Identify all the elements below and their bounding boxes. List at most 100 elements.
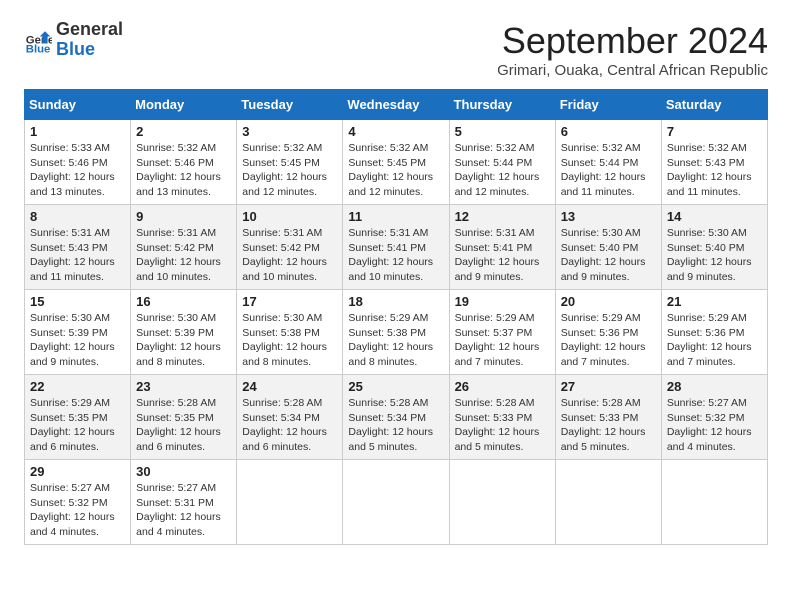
day-info: Sunrise: 5:29 AMSunset: 5:36 PMDaylight:… (561, 311, 656, 370)
logo-general-text: General (56, 19, 123, 39)
day-info: Sunrise: 5:28 AMSunset: 5:35 PMDaylight:… (136, 396, 231, 455)
calendar-day-cell: 18 Sunrise: 5:29 AMSunset: 5:38 PMDayligh… (343, 290, 449, 375)
calendar-day-cell (555, 460, 661, 545)
day-info: Sunrise: 5:32 AMSunset: 5:44 PMDaylight:… (455, 141, 550, 200)
calendar-day-header: Thursday (449, 90, 555, 120)
day-number: 20 (561, 294, 656, 309)
day-info: Sunrise: 5:31 AMSunset: 5:42 PMDaylight:… (242, 226, 337, 285)
calendar-week-row: 8Sunrise: 5:31 AMSunset: 5:43 PMDaylight… (25, 205, 768, 290)
day-number: 28 (667, 379, 762, 394)
calendar-day-cell: 2Sunrise: 5:32 AMSunset: 5:46 PMDaylight… (131, 120, 237, 205)
calendar-day-cell: 1 Sunrise: 5:33 AMSunset: 5:46 PMDaylight… (25, 120, 131, 205)
calendar-day-cell: 16 Sunrise: 5:30 AMSunset: 5:39 PMDayligh… (131, 290, 237, 375)
day-number: 23 (136, 379, 231, 394)
calendar-day-cell: 13 Sunrise: 5:30 AMSunset: 5:40 PMDayligh… (555, 205, 661, 290)
day-number: 12 (455, 209, 550, 224)
day-number: 15 (30, 294, 125, 309)
day-number: 6 (561, 124, 656, 139)
day-number: 22 (30, 379, 125, 394)
calendar-day-header: Saturday (661, 90, 767, 120)
day-info: Sunrise: 5:31 AMSunset: 5:43 PMDaylight:… (30, 226, 125, 285)
day-info: Sunrise: 5:30 AMSunset: 5:39 PMDaylight:… (136, 311, 231, 370)
calendar-day-cell: 24 Sunrise: 5:28 AMSunset: 5:34 PMDayligh… (237, 375, 343, 460)
day-number: 5 (455, 124, 550, 139)
month-title: September 2024 (497, 20, 768, 62)
day-info: Sunrise: 5:30 AMSunset: 5:40 PMDaylight:… (561, 226, 656, 285)
day-info: Sunrise: 5:30 AMSunset: 5:39 PMDaylight:… (30, 311, 125, 370)
day-info: Sunrise: 5:29 AMSunset: 5:38 PMDaylight:… (348, 311, 443, 370)
day-number: 14 (667, 209, 762, 224)
day-info: Sunrise: 5:30 AMSunset: 5:40 PMDaylight:… (667, 226, 762, 285)
day-number: 24 (242, 379, 337, 394)
calendar-day-cell: 22 Sunrise: 5:29 AMSunset: 5:35 PMDayligh… (25, 375, 131, 460)
calendar-day-cell (343, 460, 449, 545)
day-info: Sunrise: 5:28 AMSunset: 5:33 PMDaylight:… (455, 396, 550, 455)
calendar-day-cell (449, 460, 555, 545)
calendar-day-cell: 15 Sunrise: 5:30 AMSunset: 5:39 PMDayligh… (25, 290, 131, 375)
calendar-day-header: Sunday (25, 90, 131, 120)
day-number: 30 (136, 464, 231, 479)
day-number: 19 (455, 294, 550, 309)
location-subtitle: Grimari, Ouaka, Central African Republic (497, 62, 768, 79)
calendar-day-cell: 11 Sunrise: 5:31 AMSunset: 5:41 PMDayligh… (343, 205, 449, 290)
calendar-week-row: 1 Sunrise: 5:33 AMSunset: 5:46 PMDaylight… (25, 120, 768, 205)
day-number: 10 (242, 209, 337, 224)
calendar-day-cell: 10 Sunrise: 5:31 AMSunset: 5:42 PMDayligh… (237, 205, 343, 290)
page-header: General Blue General Blue September 2024… (24, 20, 768, 79)
calendar-day-cell: 19 Sunrise: 5:29 AMSunset: 5:37 PMDayligh… (449, 290, 555, 375)
calendar-week-row: 29Sunrise: 5:27 AMSunset: 5:32 PMDayligh… (25, 460, 768, 545)
day-info: Sunrise: 5:31 AMSunset: 5:41 PMDaylight:… (348, 226, 443, 285)
day-info: Sunrise: 5:32 AMSunset: 5:43 PMDaylight:… (667, 141, 762, 200)
calendar-day-cell: 23 Sunrise: 5:28 AMSunset: 5:35 PMDayligh… (131, 375, 237, 460)
day-number: 4 (348, 124, 443, 139)
calendar-day-cell: 7 Sunrise: 5:32 AMSunset: 5:43 PMDaylight… (661, 120, 767, 205)
day-number: 2 (136, 124, 231, 139)
calendar-day-cell: 28 Sunrise: 5:27 AMSunset: 5:32 PMDayligh… (661, 375, 767, 460)
calendar-day-header: Tuesday (237, 90, 343, 120)
calendar-day-cell: 17 Sunrise: 5:30 AMSunset: 5:38 PMDayligh… (237, 290, 343, 375)
day-number: 18 (348, 294, 443, 309)
day-info: Sunrise: 5:31 AMSunset: 5:41 PMDaylight:… (455, 226, 550, 285)
day-number: 17 (242, 294, 337, 309)
day-info: Sunrise: 5:27 AMSunset: 5:32 PMDaylight:… (667, 396, 762, 455)
day-number: 7 (667, 124, 762, 139)
day-number: 13 (561, 209, 656, 224)
logo: General Blue General Blue (24, 20, 123, 60)
day-number: 3 (242, 124, 337, 139)
day-number: 21 (667, 294, 762, 309)
calendar-day-cell (661, 460, 767, 545)
day-info: Sunrise: 5:31 AMSunset: 5:42 PMDaylight:… (136, 226, 231, 285)
day-info: Sunrise: 5:28 AMSunset: 5:34 PMDaylight:… (348, 396, 443, 455)
calendar-table: SundayMondayTuesdayWednesdayThursdayFrid… (24, 89, 768, 545)
day-info: Sunrise: 5:32 AMSunset: 5:44 PMDaylight:… (561, 141, 656, 200)
day-info: Sunrise: 5:32 AMSunset: 5:45 PMDaylight:… (348, 141, 443, 200)
day-number: 25 (348, 379, 443, 394)
calendar-header-row: SundayMondayTuesdayWednesdayThursdayFrid… (25, 90, 768, 120)
day-number: 9 (136, 209, 231, 224)
logo-icon: General Blue (24, 26, 52, 54)
day-number: 26 (455, 379, 550, 394)
calendar-day-cell: 8Sunrise: 5:31 AMSunset: 5:43 PMDaylight… (25, 205, 131, 290)
day-number: 1 (30, 124, 125, 139)
day-number: 29 (30, 464, 125, 479)
day-info: Sunrise: 5:30 AMSunset: 5:38 PMDaylight:… (242, 311, 337, 370)
day-number: 11 (348, 209, 443, 224)
calendar-day-cell: 6 Sunrise: 5:32 AMSunset: 5:44 PMDaylight… (555, 120, 661, 205)
day-number: 16 (136, 294, 231, 309)
calendar-day-header: Monday (131, 90, 237, 120)
calendar-day-cell: 29Sunrise: 5:27 AMSunset: 5:32 PMDayligh… (25, 460, 131, 545)
calendar-day-cell: 3Sunrise: 5:32 AMSunset: 5:45 PMDaylight… (237, 120, 343, 205)
day-info: Sunrise: 5:27 AMSunset: 5:31 PMDaylight:… (136, 481, 231, 540)
calendar-day-cell: 12 Sunrise: 5:31 AMSunset: 5:41 PMDayligh… (449, 205, 555, 290)
day-info: Sunrise: 5:29 AMSunset: 5:35 PMDaylight:… (30, 396, 125, 455)
svg-text:Blue: Blue (26, 43, 51, 54)
calendar-day-cell: 26 Sunrise: 5:28 AMSunset: 5:33 PMDayligh… (449, 375, 555, 460)
calendar-week-row: 15 Sunrise: 5:30 AMSunset: 5:39 PMDayligh… (25, 290, 768, 375)
calendar-day-cell: 5 Sunrise: 5:32 AMSunset: 5:44 PMDaylight… (449, 120, 555, 205)
day-info: Sunrise: 5:29 AMSunset: 5:37 PMDaylight:… (455, 311, 550, 370)
day-info: Sunrise: 5:33 AMSunset: 5:46 PMDaylight:… (30, 141, 125, 200)
day-info: Sunrise: 5:28 AMSunset: 5:34 PMDaylight:… (242, 396, 337, 455)
calendar-day-cell: 21Sunrise: 5:29 AMSunset: 5:36 PMDayligh… (661, 290, 767, 375)
calendar-day-cell: 20 Sunrise: 5:29 AMSunset: 5:36 PMDayligh… (555, 290, 661, 375)
calendar-day-header: Wednesday (343, 90, 449, 120)
